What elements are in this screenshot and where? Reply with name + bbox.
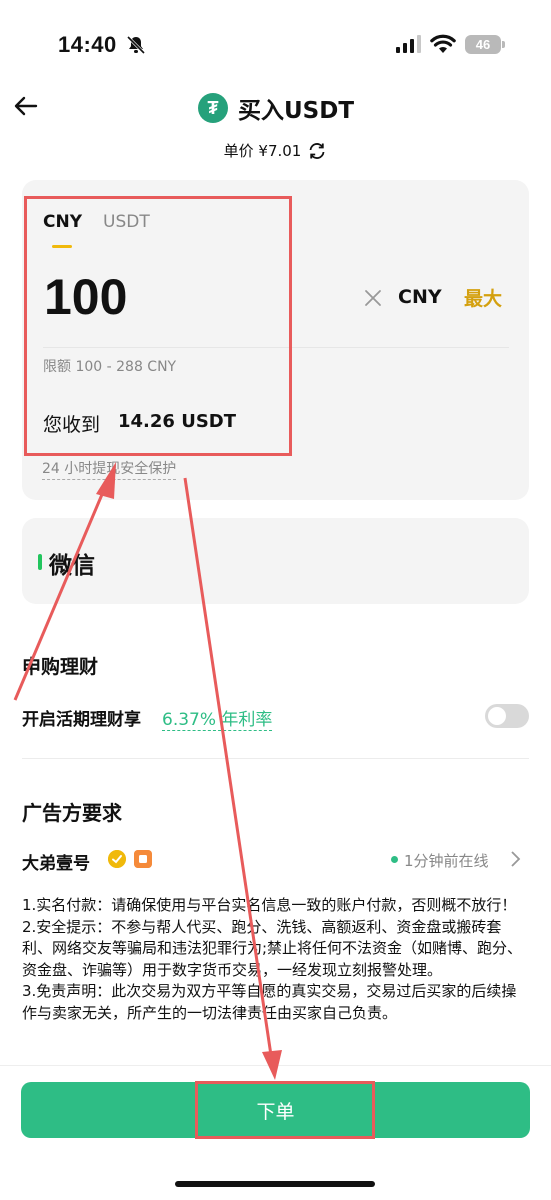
page-title: 买入USDT	[238, 98, 355, 124]
finance-text: 开启活期理财享	[22, 710, 141, 730]
wifi-icon	[430, 34, 456, 53]
wechat-indicator	[38, 554, 42, 570]
bottom-divider	[0, 1065, 551, 1066]
amount-currency: CNY	[398, 286, 442, 308]
bell-muted-icon	[126, 35, 146, 55]
advertiser-name[interactable]: 大弟壹号	[22, 849, 90, 874]
annotation-box-amount	[24, 196, 292, 456]
rule-item: 1.实名付款：请确保使用与平台实名信息一致的账户付款，否则概不放行！	[22, 896, 517, 914]
cellular-signal-icon	[396, 35, 421, 53]
merchant-badge-icon	[134, 850, 152, 868]
place-order-button[interactable]: 下单	[21, 1082, 530, 1138]
finance-rate[interactable]: 6.37% 年利率	[162, 705, 273, 731]
tether-icon: ₮	[198, 93, 228, 123]
battery-indicator: 46	[465, 35, 501, 54]
clear-icon[interactable]	[363, 288, 383, 308]
status-time: 14:40	[58, 32, 117, 57]
rule-item: 3.免责声明：此次交易为双方平等自愿的真实交易，交易过后买家的后续操作与卖家无关…	[22, 982, 517, 1022]
battery-nub	[502, 41, 505, 48]
back-arrow-icon[interactable]	[12, 92, 40, 120]
unit-price: 单价 ¥7.01	[223, 142, 302, 160]
unit-price-row: 单价 ¥7.01	[0, 140, 551, 161]
online-status-dot	[391, 856, 398, 863]
payment-method-label: 微信	[49, 553, 95, 579]
payment-method-card[interactable]	[22, 518, 529, 604]
online-status-text: 1分钟前在线	[404, 852, 489, 870]
page-header: ₮ 买入USDT	[198, 90, 354, 126]
finance-title: 申购理财	[22, 656, 99, 678]
max-button[interactable]: 最大	[464, 284, 502, 311]
section-divider	[22, 758, 529, 759]
advertiser-section-title: 广告方要求	[22, 801, 122, 825]
verified-badge-icon	[108, 850, 126, 868]
chevron-right-icon[interactable]	[508, 850, 522, 868]
protection-link[interactable]: 24 小时提现安全保护	[42, 458, 177, 480]
rule-item: 2.安全提示：不参与帮人代买、跑分、洗钱、高额返利、资金盘或搬砖套利、网络交友等…	[22, 917, 523, 979]
home-indicator	[175, 1181, 375, 1187]
toggle-knob	[488, 707, 506, 725]
refresh-icon[interactable]	[307, 141, 327, 161]
advertiser-rules: 1.实名付款：请确保使用与平台实名信息一致的账户付款，否则概不放行！ 2.安全提…	[22, 895, 527, 1024]
